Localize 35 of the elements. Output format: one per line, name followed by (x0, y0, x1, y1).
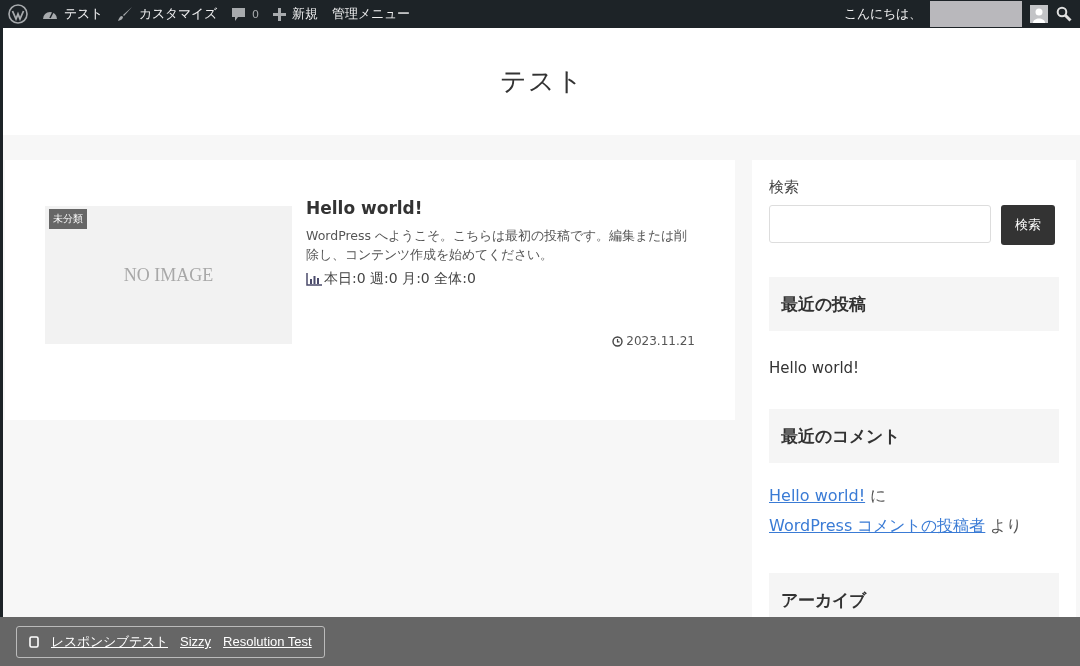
category-label: 未分類 (49, 209, 87, 229)
widget-title: 最近のコメント (781, 424, 900, 448)
admin-bar-item[interactable]: 新規 (273, 5, 318, 23)
toolbar-link[interactable]: Resolution Test (223, 634, 312, 649)
widget-title: アーカイブ (781, 588, 866, 612)
search-field[interactable] (769, 205, 991, 243)
post-excerpt: WordPress へようこそ。こちらは最初の投稿です。編集または削除し、コンテンツ作成を始めてください。 (306, 227, 688, 264)
admin-bar-item[interactable]: カスタマイズ (117, 5, 217, 23)
search-icon[interactable] (1056, 6, 1072, 22)
widget-title: 最近の投稿 (781, 292, 866, 316)
post-title[interactable]: Hello world! (306, 198, 696, 218)
site-title[interactable]: テスト (499, 64, 584, 99)
toolbar-link[interactable]: レスポンシブテスト (51, 632, 168, 651)
plus-icon (273, 7, 286, 21)
author-link[interactable]: WordPress コメントの投稿者 (769, 516, 986, 535)
search-button[interactable]: 検索 (1001, 205, 1055, 245)
wordpress-logo-icon[interactable] (8, 4, 28, 24)
thumbnail-placeholder[interactable]: 未分類 NO IMAGE (45, 206, 292, 344)
admin-bar-item[interactable]: テスト (42, 5, 103, 23)
device-icon (29, 635, 39, 648)
toolbar-link[interactable]: Sizzy (180, 634, 212, 649)
clock-icon (612, 335, 624, 347)
brush-icon (117, 6, 133, 22)
post-date: 2023.11.21 (626, 334, 695, 348)
bar-chart-icon (306, 272, 322, 286)
admin-bar-item[interactable]: 0 (231, 6, 259, 22)
recent-comment-text: Hello world! に WordPress コメントの投稿者 より (769, 485, 1024, 537)
speech-bubble-icon (231, 6, 246, 22)
no-image-text: NO IMAGE (123, 264, 214, 286)
admin-bar-item[interactable]: 管理メニュー (332, 5, 410, 23)
recent-post-link[interactable]: Hello world! (769, 359, 1059, 377)
greeting-text: こんにちは、 (844, 5, 922, 23)
search-label: 検索 (769, 178, 800, 197)
view-stats-text: 本日:0 週:0 月:0 全体:0 (324, 270, 476, 288)
post-link[interactable]: Hello world! (769, 486, 866, 505)
